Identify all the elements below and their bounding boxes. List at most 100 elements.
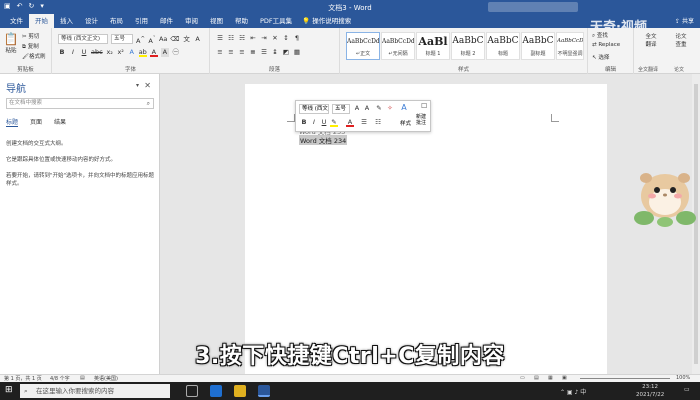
tab-home[interactable]: 开始 xyxy=(29,14,54,28)
clock[interactable]: 23:12 2021/7/22 xyxy=(636,383,664,399)
numbering-icon[interactable]: ☷ xyxy=(227,34,235,43)
style-heading-1[interactable]: AaBl 标题 1 xyxy=(416,32,450,60)
font-name-select[interactable]: 等线 (西文正文) xyxy=(58,34,108,44)
windows-start-icon[interactable]: ⊞ xyxy=(5,385,13,395)
align-right-icon[interactable]: ≡ xyxy=(238,48,246,57)
nav-options-icon[interactable]: ▾ xyxy=(136,82,139,89)
notification-icon[interactable]: ▭ xyxy=(684,386,690,393)
zoom-level[interactable]: 100% xyxy=(676,375,690,381)
mini-format-painter-icon[interactable]: ✎ xyxy=(375,104,383,113)
thesis-check-button[interactable]: 论文 查重 xyxy=(668,32,694,48)
mini-shrink-font-icon[interactable]: A xyxy=(363,104,371,113)
style-normal[interactable]: AaBbCcDd ↵正文 xyxy=(346,32,380,60)
read-mode-icon[interactable]: ▤ xyxy=(534,375,539,381)
mini-italic-icon[interactable]: I xyxy=(310,118,318,127)
mini-underline-icon[interactable]: U xyxy=(320,118,328,127)
phonetic-icon[interactable]: 文 xyxy=(183,35,191,44)
style-title[interactable]: AaBbC 标题 xyxy=(486,32,520,60)
paste-button[interactable]: 📋 粘贴 xyxy=(3,32,19,54)
borders-icon[interactable]: ▦ xyxy=(293,48,301,57)
mini-bold-icon[interactable]: B xyxy=(300,118,308,127)
underline-icon[interactable]: U xyxy=(80,48,88,57)
style-subtle-emphasis[interactable]: AaBbCcDd 不明显强调 xyxy=(556,32,584,60)
line-spacing-icon[interactable]: ↨ xyxy=(271,48,279,57)
mini-font-color-icon[interactable]: A xyxy=(346,118,354,127)
increase-indent-icon[interactable]: ⇥ xyxy=(260,34,268,43)
font-color-icon[interactable]: A xyxy=(149,48,158,57)
edge-icon[interactable] xyxy=(210,385,222,397)
file-explorer-icon[interactable] xyxy=(234,385,246,397)
mini-highlight-icon[interactable]: ✎ xyxy=(330,118,338,127)
enclose-char-icon[interactable]: ㊀ xyxy=(172,48,180,57)
mini-numbering-icon[interactable]: ☷ xyxy=(374,118,382,127)
taskbar-search[interactable]: ⌕ 在这里输入你要搜索的内容 xyxy=(20,384,170,398)
task-view-icon[interactable] xyxy=(186,385,198,397)
font-size-select[interactable]: 五号 xyxy=(111,34,133,44)
mini-grow-font-icon[interactable]: A xyxy=(353,104,361,113)
tab-file[interactable]: 文件 xyxy=(4,14,29,28)
mini-bullets-icon[interactable]: ☰ xyxy=(360,118,368,127)
format-painter-button[interactable]: 🖌格式刷 xyxy=(22,52,46,60)
style-subtitle[interactable]: AaBbC 副标题 xyxy=(521,32,555,60)
mini-font-size[interactable]: 五号 xyxy=(332,104,350,114)
mini-styles-button[interactable]: 样式 xyxy=(400,119,411,127)
highlight-icon[interactable]: ab xyxy=(138,48,147,57)
grow-font-icon[interactable]: A^ xyxy=(136,35,145,45)
copy-button[interactable]: ⧉ 复制 xyxy=(22,42,39,51)
account-area[interactable] xyxy=(488,2,578,12)
change-case-icon[interactable]: Aa xyxy=(159,35,167,44)
tab-references[interactable]: 引用 xyxy=(129,14,154,28)
chinese-layout-icon[interactable]: ✕ xyxy=(271,34,279,43)
tab-insert[interactable]: 插入 xyxy=(54,14,79,28)
nav-search-input[interactable]: 在文档中搜索 ⌕ xyxy=(6,98,154,109)
doc-line-2-selected[interactable]: Word 文档 234 xyxy=(299,135,348,145)
word-icon[interactable] xyxy=(258,385,270,397)
tab-mailings[interactable]: 邮件 xyxy=(154,14,179,28)
close-icon[interactable]: ✕ xyxy=(144,81,151,90)
bullets-icon[interactable]: ☰ xyxy=(216,34,224,43)
nav-tab-pages[interactable]: 页面 xyxy=(30,117,42,127)
tab-review[interactable]: 审阅 xyxy=(179,14,204,28)
superscript-icon[interactable]: x² xyxy=(117,48,125,57)
system-tray-icons[interactable]: ⌃ ▣ ♪ 中 xyxy=(560,387,586,396)
cut-button[interactable]: ✂ 剪切 xyxy=(22,32,39,40)
nav-tab-results[interactable]: 结果 xyxy=(54,117,66,127)
text-effects-icon[interactable]: A xyxy=(128,48,136,57)
sort-icon[interactable]: ↕ xyxy=(282,34,290,43)
tab-pdf-tools[interactable]: PDF工具集 xyxy=(254,14,298,28)
mini-style-icon[interactable]: A xyxy=(400,103,408,112)
select-button[interactable]: ↖ 选择 xyxy=(592,53,609,61)
mini-comment-icon[interactable]: ☐ xyxy=(420,102,428,111)
style-heading-2[interactable]: AaBbC 标题 2 xyxy=(451,32,485,60)
proofing-icon[interactable]: ▤ xyxy=(80,375,85,381)
distribute-icon[interactable]: ☰ xyxy=(260,48,268,57)
italic-icon[interactable]: I xyxy=(69,48,77,57)
mini-new-comment-button[interactable]: 新建 批注 xyxy=(416,114,426,126)
decrease-indent-icon[interactable]: ⇤ xyxy=(249,34,257,43)
align-center-icon[interactable]: ≡ xyxy=(227,48,235,57)
mini-clear-icon[interactable]: ✧ xyxy=(386,104,394,113)
status-language[interactable]: 英语(美国) xyxy=(94,375,118,382)
tab-design[interactable]: 设计 xyxy=(79,14,104,28)
strikethrough-icon[interactable]: abc xyxy=(91,48,103,57)
tell-me-search[interactable]: 操作说明搜索 xyxy=(310,14,357,28)
shrink-font-icon[interactable]: Aˇ xyxy=(148,35,156,45)
style-no-spacing[interactable]: AaBbCcDd ↵无间隔 xyxy=(381,32,415,60)
nav-tab-headings[interactable]: 标题 xyxy=(6,117,19,127)
zoom-slider[interactable] xyxy=(580,378,670,379)
char-border-icon[interactable]: A xyxy=(194,35,202,44)
web-layout-icon[interactable]: ▣ xyxy=(562,375,567,381)
bold-icon[interactable]: B xyxy=(58,48,66,57)
tab-view[interactable]: 视图 xyxy=(204,14,229,28)
find-button[interactable]: ⌕ 查找 xyxy=(592,31,608,40)
tab-layout[interactable]: 布局 xyxy=(104,14,129,28)
clear-format-icon[interactable]: ⌫ xyxy=(170,35,179,44)
tab-help[interactable]: 帮助 xyxy=(229,14,254,28)
shading-icon[interactable]: ◩ xyxy=(282,48,290,57)
status-page[interactable]: 第 1 页，共 1 页 xyxy=(4,375,42,382)
show-marks-icon[interactable]: ¶ xyxy=(293,34,301,43)
subscript-icon[interactable]: x₂ xyxy=(106,48,114,57)
share-button[interactable]: ⇪ 共享 xyxy=(675,16,694,25)
justify-icon[interactable]: ≣ xyxy=(249,48,257,57)
status-words[interactable]: 4/8 个字 xyxy=(50,375,70,382)
